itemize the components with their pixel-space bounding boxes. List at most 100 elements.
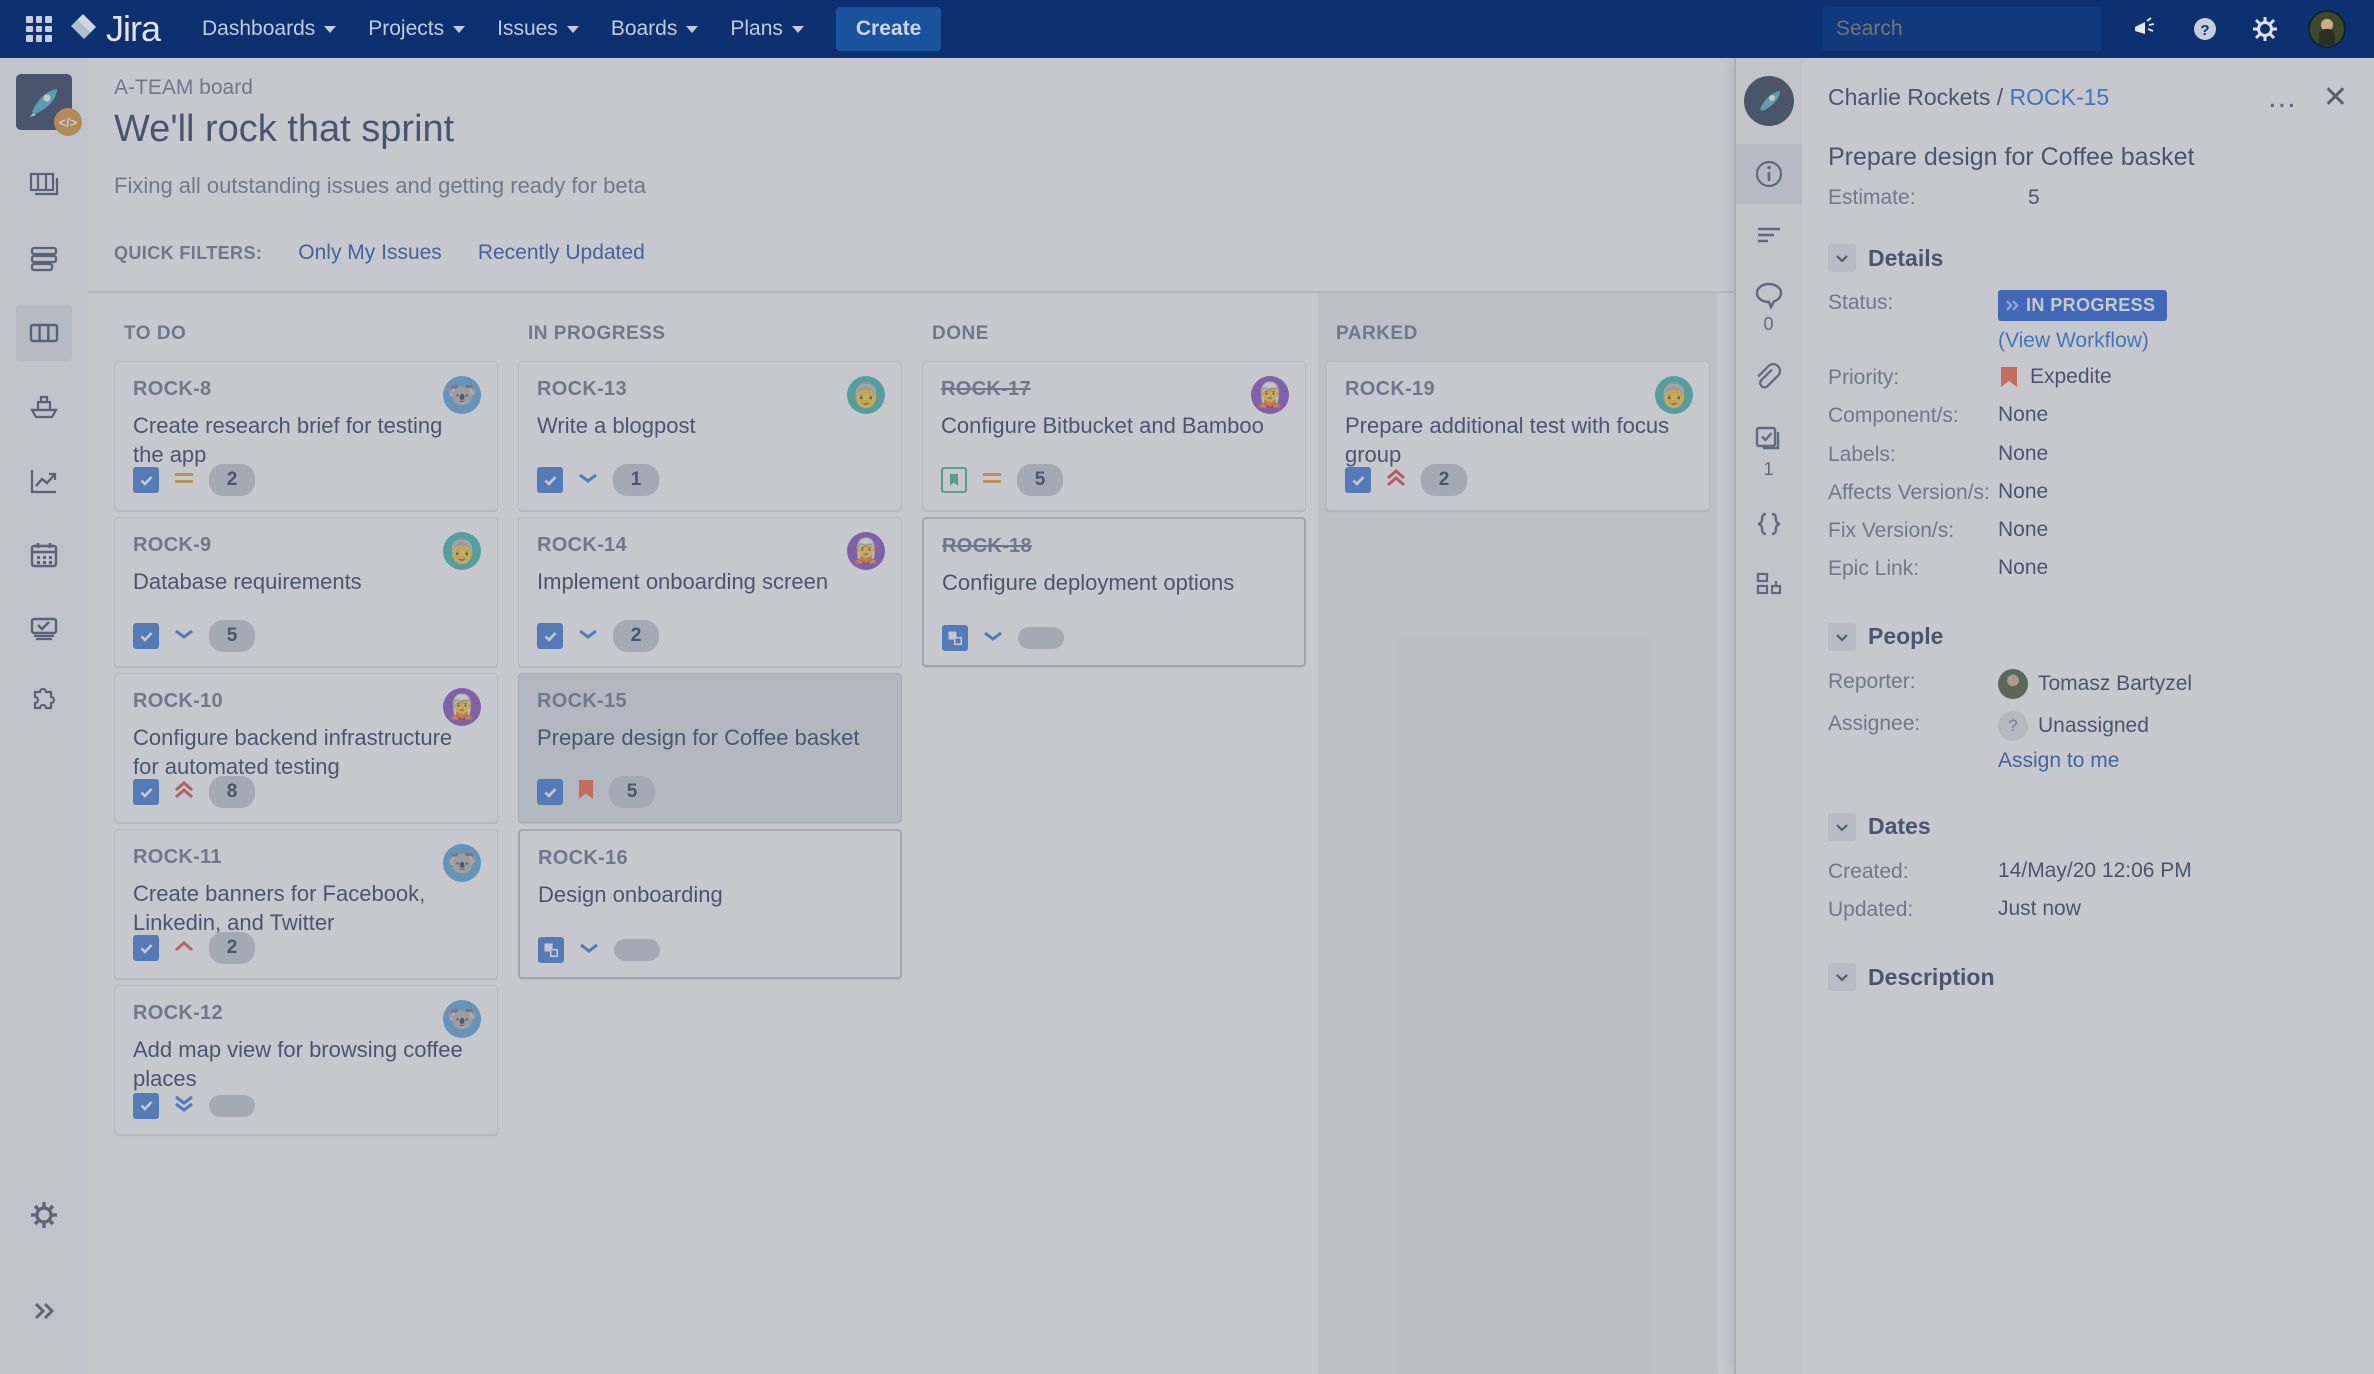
issue-card[interactable]: ROCK-10 Configure backend infrastructure … <box>114 673 498 823</box>
quick-filter-recently-updated[interactable]: Recently Updated <box>478 241 645 265</box>
sidebar-item-roadmap[interactable] <box>16 231 72 287</box>
assignee-avatar[interactable]: 👵 <box>443 532 481 570</box>
story-points-badge[interactable]: 5 <box>1017 464 1063 496</box>
project-settings-gear-icon[interactable] <box>16 1187 72 1243</box>
dates-title: Dates <box>1868 813 1931 839</box>
chevron-down-icon[interactable] <box>1828 244 1856 272</box>
sidebar-item-addons[interactable] <box>16 675 72 731</box>
jira-logo[interactable]: Jira <box>66 8 161 50</box>
assignee-avatar[interactable]: 🧝 <box>443 688 481 726</box>
story-points-badge[interactable]: 2 <box>1421 464 1467 496</box>
status-badge[interactable]: IN PROGRESS <box>1998 290 2168 321</box>
panel-rail-links[interactable] <box>1736 554 1802 614</box>
more-actions-icon[interactable]: … <box>2267 82 2299 112</box>
megaphone-icon[interactable] <box>2128 12 2162 46</box>
field-value[interactable]: ? Unassigned <box>1998 710 2149 741</box>
issue-card[interactable]: ROCK-12 Add map view for browsing coffee … <box>114 985 498 1135</box>
panel-rail-attachments[interactable] <box>1736 349 1802 409</box>
issue-card[interactable]: ROCK-15 Prepare design for Coffee basket 5 <box>518 673 902 823</box>
rail-count: 0 <box>1763 314 1774 334</box>
panel-resize-handle[interactable]: ⋮ <box>1802 672 1810 694</box>
sidebar-item-releases[interactable] <box>16 379 72 435</box>
sidebar-item-reports[interactable] <box>16 453 72 509</box>
panel-rail-description[interactable] <box>1736 204 1802 264</box>
quick-filter-only-my-issues[interactable]: Only My Issues <box>298 241 442 265</box>
chevron-down-icon[interactable] <box>1828 622 1856 651</box>
story-points-badge[interactable] <box>614 939 660 961</box>
field-label: Affects Version/s: <box>1828 480 1990 504</box>
help-icon[interactable]: ? <box>2188 12 2222 46</box>
search-box[interactable] <box>1822 7 2107 51</box>
nav-item-plans[interactable]: Plans <box>716 9 818 49</box>
estimate-value[interactable]: 5 <box>2028 186 2040 210</box>
assign-to-me-link[interactable]: Assign to me <box>1998 749 2149 773</box>
chevron-down-icon[interactable] <box>1828 812 1856 841</box>
rocket-project-avatar[interactable]: </> <box>16 74 82 136</box>
sidebar-item-board[interactable] <box>16 305 72 361</box>
nav-item-issues[interactable]: Issues <box>483 9 593 49</box>
assignee-avatar[interactable]: 🐨 <box>443 376 481 414</box>
story-points-badge[interactable]: 8 <box>209 776 255 808</box>
assignee-avatar[interactable]: 🧝 <box>847 532 885 570</box>
story-points-badge[interactable]: 2 <box>613 620 659 652</box>
expand-sidebar-button[interactable] <box>16 1283 72 1339</box>
issue-card[interactable]: ROCK-16 Design onboarding <box>518 829 902 979</box>
assignee-avatar[interactable]: 🐨 <box>443 844 481 882</box>
assignee-avatar[interactable]: 👵 <box>847 376 885 414</box>
story-points-badge[interactable] <box>1018 627 1064 649</box>
people-section-header[interactable]: People <box>1828 622 2348 651</box>
assignee-avatar[interactable]: 🐨 <box>443 1000 481 1038</box>
details-section-header[interactable]: Details <box>1828 244 2348 272</box>
story-points-badge[interactable] <box>209 1094 255 1117</box>
apps-grid-icon[interactable] <box>26 16 52 42</box>
issue-card[interactable]: ROCK-14 Implement onboarding screen 🧝 2 <box>518 517 902 667</box>
field-value[interactable]: None <box>1998 442 2048 466</box>
nav-label: Dashboards <box>202 17 316 40</box>
field-fix-versions: Fix Version/s: None <box>1828 512 2348 550</box>
issue-card[interactable]: ROCK-13 Write a blogpost 👵 1 <box>518 361 902 511</box>
field-updated: Updated: Just now <box>1828 891 2348 929</box>
issue-summary: Prepare design for Coffee basket <box>537 725 860 750</box>
settings-gear-icon[interactable] <box>2248 12 2282 46</box>
issue-card[interactable]: ROCK-18 Configure deployment options <box>922 517 1306 667</box>
dates-section-header[interactable]: Dates <box>1828 812 2348 841</box>
nav-item-projects[interactable]: Projects <box>354 9 479 49</box>
story-points-badge[interactable]: 1 <box>613 464 659 496</box>
chevron-down-icon[interactable] <box>1828 963 1856 991</box>
field-value[interactable]: None <box>1998 518 2048 542</box>
user-avatar[interactable] <box>2308 10 2346 48</box>
field-value[interactable]: None <box>1998 480 2048 504</box>
story-points-badge[interactable]: 5 <box>609 776 655 808</box>
view-workflow-link[interactable]: (View Workflow) <box>1998 329 2167 353</box>
issue-card[interactable]: ROCK-8 Create research brief for testing … <box>114 361 498 511</box>
close-icon[interactable]: ✕ <box>2323 80 2348 115</box>
field-value[interactable]: None <box>1998 556 2048 580</box>
story-points-badge[interactable]: 5 <box>209 620 255 652</box>
field-value[interactable]: Expedite <box>1998 365 2112 389</box>
sidebar-item-backlog[interactable] <box>16 157 72 213</box>
issue-card[interactable]: ROCK-11 Create banners for Facebook, Link… <box>114 829 498 979</box>
panel-issue-key-link[interactable]: ROCK-15 <box>2010 84 2110 110</box>
search-input[interactable] <box>1836 17 2107 41</box>
field-value[interactable]: None <box>1998 403 2048 427</box>
panel-rail-details[interactable] <box>1735 144 1802 204</box>
description-section-header[interactable]: Description <box>1828 963 2348 991</box>
nav-item-boards[interactable]: Boards <box>597 9 713 49</box>
story-points-badge[interactable]: 2 <box>209 932 255 964</box>
assignee-avatar[interactable]: 🧝 <box>1251 376 1289 414</box>
panel-project-avatar[interactable] <box>1736 58 1802 144</box>
panel-rail-code[interactable] <box>1736 494 1802 554</box>
field-created: Created: 14/May/20 12:06 PM <box>1828 853 2348 891</box>
nav-item-dashboards[interactable]: Dashboards <box>188 9 350 49</box>
create-button[interactable]: Create <box>835 7 942 51</box>
field-value[interactable]: Tomasz Bartyzel <box>1998 668 2192 699</box>
issue-card[interactable]: ROCK-9 Database requirements 👵 5 <box>114 517 498 667</box>
assignee-avatar[interactable]: 👵 <box>1655 376 1693 414</box>
sidebar-item-code[interactable] <box>16 601 72 657</box>
sidebar-item-calendar[interactable] <box>16 527 72 583</box>
issue-card[interactable]: ROCK-17 Configure Bitbucket and Bamboo 🧝 5 <box>922 361 1306 511</box>
story-points-badge[interactable]: 2 <box>209 464 255 496</box>
issue-card[interactable]: ROCK-19 Prepare additional test with focu… <box>1326 361 1710 511</box>
panel-rail-comments[interactable]: 0 <box>1736 264 1802 349</box>
panel-rail-child-issues[interactable]: 1 <box>1736 409 1802 494</box>
